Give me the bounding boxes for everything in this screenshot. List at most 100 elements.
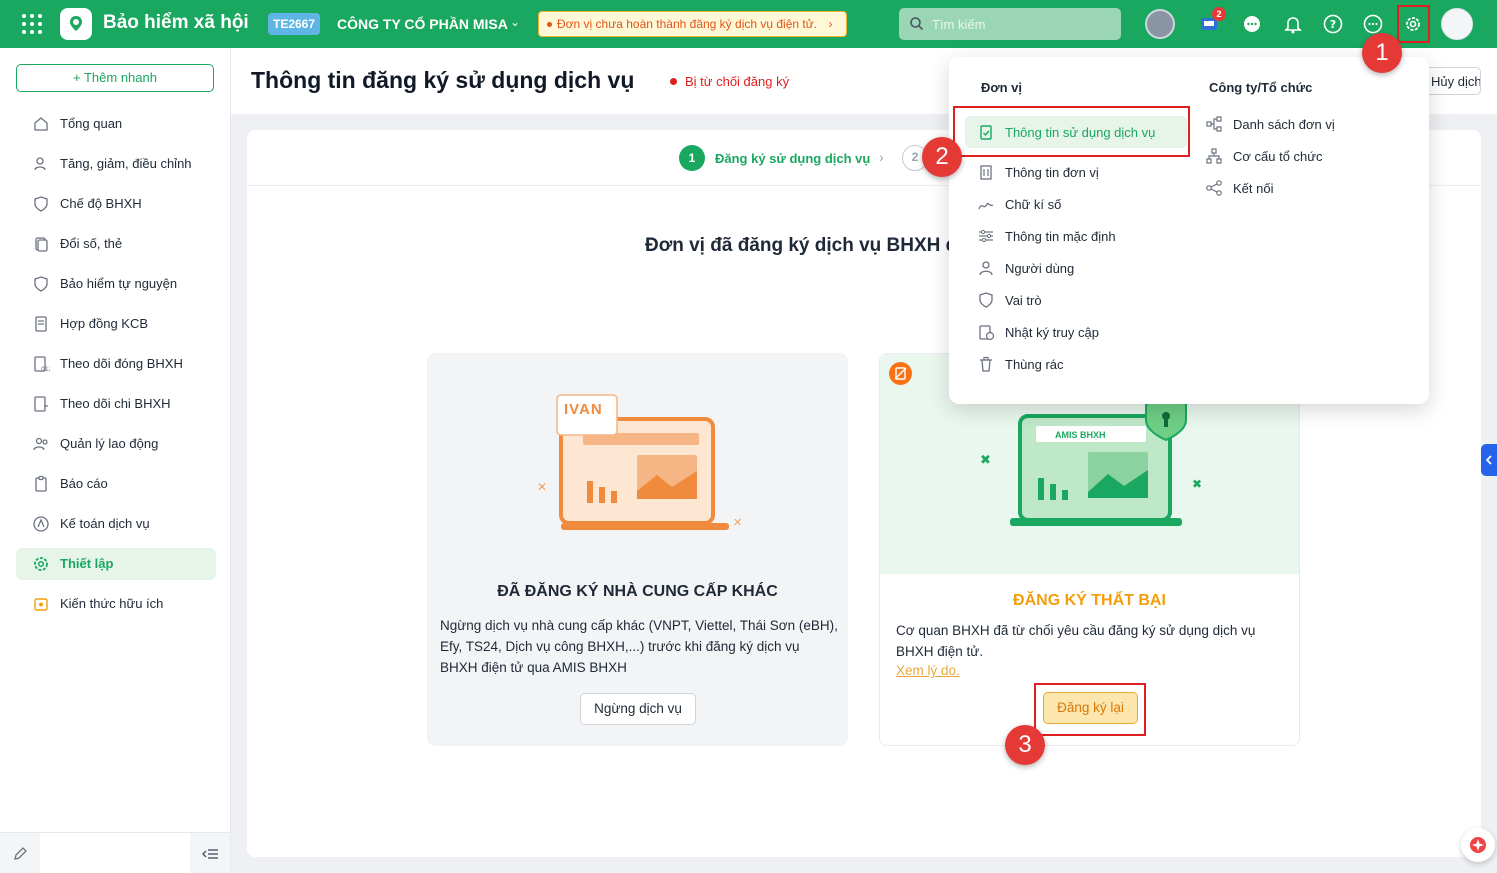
sidebar-item-voluntary[interactable]: Bảo hiểm tự nguyện xyxy=(16,268,216,300)
svg-text:✕: ✕ xyxy=(537,480,547,494)
sidebar-item-benefits[interactable]: Chế độ BHXH xyxy=(16,188,216,220)
menu-item-trash[interactable]: Thùng rác xyxy=(965,348,1187,380)
app-logo xyxy=(60,8,92,40)
service-info-highlight-box xyxy=(953,106,1190,157)
search-icon xyxy=(910,17,924,31)
menu-item-digital-signature[interactable]: Chữ kí số xyxy=(965,188,1187,220)
other-provider-panel: ✕ ✕ IVAN ĐÃ ĐĂNG KÝ NHÀ CUNG CẤP KHÁC Ng… xyxy=(427,353,848,746)
gear-highlight-box xyxy=(1397,5,1430,43)
sidebar-item-label: Chế độ BHXH xyxy=(60,196,142,211)
quick-add-button[interactable]: + Thêm nhanh xyxy=(16,64,214,92)
sidebar-item-label: Đổi số, thẻ xyxy=(60,236,123,251)
sidebar-item-label: Thiết lập xyxy=(60,556,114,571)
collapse-sidebar-icon[interactable] xyxy=(190,833,230,873)
search-box[interactable] xyxy=(899,8,1121,40)
chevron-left-icon xyxy=(1485,455,1492,465)
sidebar-item-payment-tracking[interactable]: 012 Theo dõi đóng BHXH xyxy=(16,348,216,380)
sidebar-footer xyxy=(0,832,231,873)
chevron-right-icon: › xyxy=(828,17,833,31)
menu-item-label: Cơ cấu tổ chức xyxy=(1233,149,1323,164)
sidebar-item-labor[interactable]: Quản lý lao động xyxy=(16,428,216,460)
menu-item-unit-list[interactable]: Danh sách đơn vị xyxy=(1193,108,1415,140)
sidebar-item-contract[interactable]: Hợp đồng KCB xyxy=(16,308,216,340)
knowledge-icon xyxy=(34,598,48,611)
quick-add-label: Thêm nhanh xyxy=(83,70,157,85)
building-icon xyxy=(980,165,992,180)
help-icon[interactable]: ? xyxy=(1320,11,1346,37)
menu-item-label: Kết nối xyxy=(1233,181,1274,196)
sidebar: + Thêm nhanh Tổng quan Tăng, giảm, điều … xyxy=(0,48,231,873)
app-grid-icon[interactable] xyxy=(22,14,42,34)
edit-icon[interactable] xyxy=(0,833,40,873)
cart-badge: 2 xyxy=(1212,7,1226,21)
stop-service-button[interactable]: Ngừng dịch vụ xyxy=(580,693,696,725)
view-reason-link[interactable]: Xem lý do. xyxy=(896,663,960,678)
bell-icon[interactable] xyxy=(1280,11,1306,37)
step-1-number: 1 xyxy=(679,145,705,171)
ivan-tag: IVAN xyxy=(564,401,603,418)
registration-warning[interactable]: Đơn vị chưa hoàn thành đăng ký dịch vụ đ… xyxy=(538,11,847,37)
org-name[interactable]: CÔNG TY CỔ PHẦN MISA xyxy=(337,16,508,32)
chevron-down-icon[interactable]: ⌄ xyxy=(510,15,520,29)
menu-item-users[interactable]: Người dùng xyxy=(965,252,1187,284)
search-input[interactable] xyxy=(932,14,1112,34)
menu-item-label: Thông tin đơn vị xyxy=(1005,165,1099,180)
cancel-service-label: Hủy dịch vụ xyxy=(1431,74,1481,89)
sidebar-item-knowledge[interactable]: Kiến thức hữu ích xyxy=(16,588,216,620)
menu-section-unit: Đơn vị xyxy=(981,80,1023,95)
menu-item-label: Nhật ký truy cập xyxy=(1005,325,1099,340)
menu-item-label: Người dùng xyxy=(1005,261,1075,276)
sliders-icon xyxy=(979,229,993,243)
step-1-label[interactable]: Đăng ký sử dụng dịch vụ xyxy=(715,151,870,166)
menu-item-roles[interactable]: Vai trò xyxy=(965,284,1187,316)
sidebar-item-label: Hợp đồng KCB xyxy=(60,316,149,331)
menu-item-unit-info[interactable]: Thông tin đơn vị xyxy=(965,156,1187,188)
menu-item-org-structure[interactable]: Cơ cấu tổ chức xyxy=(1193,140,1415,172)
svg-text:✖: ✖ xyxy=(1192,477,1202,491)
sidebar-item-adjustments[interactable]: Tăng, giảm, điều chỉnh xyxy=(16,148,216,180)
sidebar-item-label: Bảo hiểm tự nguyện xyxy=(60,276,178,291)
org-structure-icon xyxy=(1206,148,1222,164)
report-icon xyxy=(35,475,47,492)
status-dot-icon xyxy=(670,78,677,85)
people-icon xyxy=(33,437,48,451)
amis-screen-label: AMIS BHXH xyxy=(1055,430,1106,440)
top-bar: Bảo hiểm xã hội TE2667 CÔNG TY CỔ PHẦN M… xyxy=(0,0,1497,48)
svg-text:✖: ✖ xyxy=(980,453,991,468)
other-provider-text: Ngừng dịch vụ nhà cung cấp khác (VNPT, V… xyxy=(440,618,838,675)
sidebar-item-card-change[interactable]: Đổi số, thẻ xyxy=(16,228,216,260)
home-icon xyxy=(34,117,48,131)
sidebar-item-label: Kế toán dịch vụ xyxy=(60,516,150,531)
shield-icon xyxy=(979,292,993,308)
shield-icon xyxy=(34,276,48,292)
gear-icon xyxy=(34,557,48,571)
sidebar-item-settings[interactable]: Thiết lập xyxy=(16,548,216,580)
sidebar-item-label: Tổng quan xyxy=(60,116,123,131)
menu-item-label: Chữ kí số xyxy=(1005,197,1062,212)
amis-laptop-illustration: ✖ ✖ xyxy=(980,398,1202,526)
menu-item-label: Thông tin mặc định xyxy=(1005,229,1116,244)
log-icon xyxy=(979,325,995,341)
trash-icon xyxy=(980,356,992,372)
document-error-icon xyxy=(889,362,912,385)
menu-item-access-log[interactable]: Nhật ký truy cập xyxy=(965,316,1187,348)
sidebar-item-label: Quản lý lao động xyxy=(60,436,159,451)
callout-1: 1 xyxy=(1362,33,1402,73)
menu-item-connect[interactable]: Kết nối xyxy=(1193,172,1415,204)
sidebar-item-expense-tracking[interactable]: Theo dõi chi BHXH xyxy=(16,388,216,420)
chat-icon[interactable] xyxy=(1239,11,1265,37)
card-swap-icon xyxy=(35,237,48,252)
sidebar-item-label: Kiến thức hữu ích xyxy=(60,596,164,611)
callout-2: 2 xyxy=(922,137,962,177)
sidebar-item-reports[interactable]: Báo cáo xyxy=(16,468,216,500)
assistant-sparkle-icon[interactable] xyxy=(1461,828,1495,862)
menu-item-label: Vai trò xyxy=(1005,293,1042,308)
account-avatar[interactable] xyxy=(1441,8,1473,40)
sidebar-item-overview[interactable]: Tổng quan xyxy=(16,108,216,140)
expand-panel-tab[interactable] xyxy=(1481,444,1497,476)
other-provider-title: ĐÃ ĐĂNG KÝ NHÀ CUNG CẤP KHÁC xyxy=(497,583,778,600)
menu-item-default-info[interactable]: Thông tin mặc định xyxy=(965,220,1187,252)
ivan-laptop-illustration: ✕ ✕ xyxy=(537,394,742,530)
sidebar-item-accounting[interactable]: Kế toán dịch vụ xyxy=(16,508,216,540)
user-avatar-icon[interactable] xyxy=(1145,9,1175,39)
